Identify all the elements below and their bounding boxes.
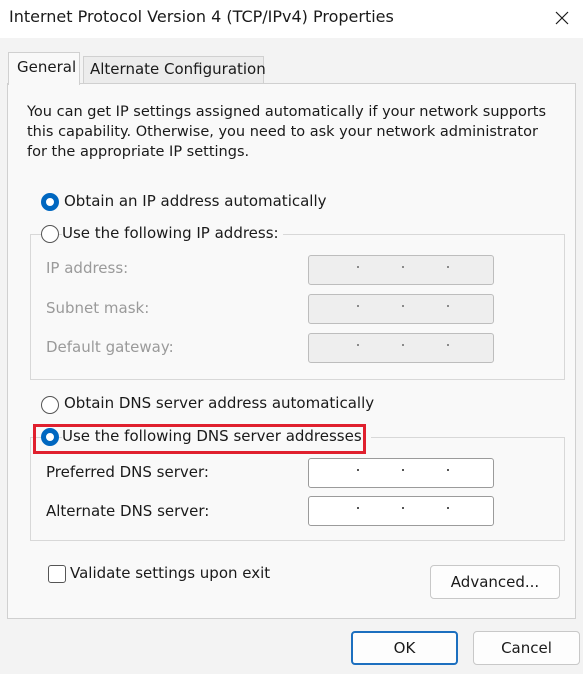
subnet-mask-label: Subnet mask: bbox=[46, 299, 150, 317]
obtain-ip-auto-radio[interactable] bbox=[41, 193, 59, 211]
title-bar: Internet Protocol Version 4 (TCP/IPv4) P… bbox=[0, 0, 583, 38]
obtain-ip-auto-label[interactable]: Obtain an IP address automatically bbox=[64, 192, 327, 210]
close-button[interactable] bbox=[539, 0, 583, 38]
tab-alternate-configuration[interactable]: Alternate Configuration bbox=[83, 56, 266, 84]
validate-checkbox[interactable] bbox=[48, 565, 66, 583]
advanced-button[interactable]: Advanced... bbox=[430, 565, 560, 599]
tab-general[interactable]: General bbox=[8, 52, 80, 85]
ok-button[interactable]: OK bbox=[351, 631, 458, 665]
description-text: You can get IP settings assigned automat… bbox=[27, 104, 547, 160]
use-following-ip-label[interactable]: Use the following IP address: bbox=[62, 224, 283, 242]
preferred-dns-input[interactable] bbox=[308, 458, 494, 488]
use-following-ip-radio[interactable] bbox=[41, 225, 59, 243]
tab-alternate-configuration-label: Alternate Configuration bbox=[90, 60, 266, 78]
obtain-dns-auto-label[interactable]: Obtain DNS server address automatically bbox=[64, 394, 374, 412]
cancel-button[interactable]: Cancel bbox=[473, 631, 580, 665]
ip-address-label: IP address: bbox=[46, 259, 129, 277]
highlight-box bbox=[33, 424, 366, 454]
tab-general-label: General bbox=[17, 58, 77, 76]
validate-label[interactable]: Validate settings upon exit bbox=[70, 564, 270, 582]
ip-address-input bbox=[308, 255, 494, 285]
default-gateway-label: Default gateway: bbox=[46, 338, 174, 356]
window-title: Internet Protocol Version 4 (TCP/IPv4) P… bbox=[9, 7, 394, 26]
preferred-dns-label: Preferred DNS server: bbox=[46, 463, 209, 481]
alternate-dns-input[interactable] bbox=[308, 496, 494, 526]
default-gateway-input bbox=[308, 333, 494, 363]
close-icon bbox=[555, 11, 569, 25]
subnet-mask-input bbox=[308, 294, 494, 324]
obtain-dns-auto-radio[interactable] bbox=[41, 396, 59, 414]
alternate-dns-label: Alternate DNS server: bbox=[46, 502, 210, 520]
